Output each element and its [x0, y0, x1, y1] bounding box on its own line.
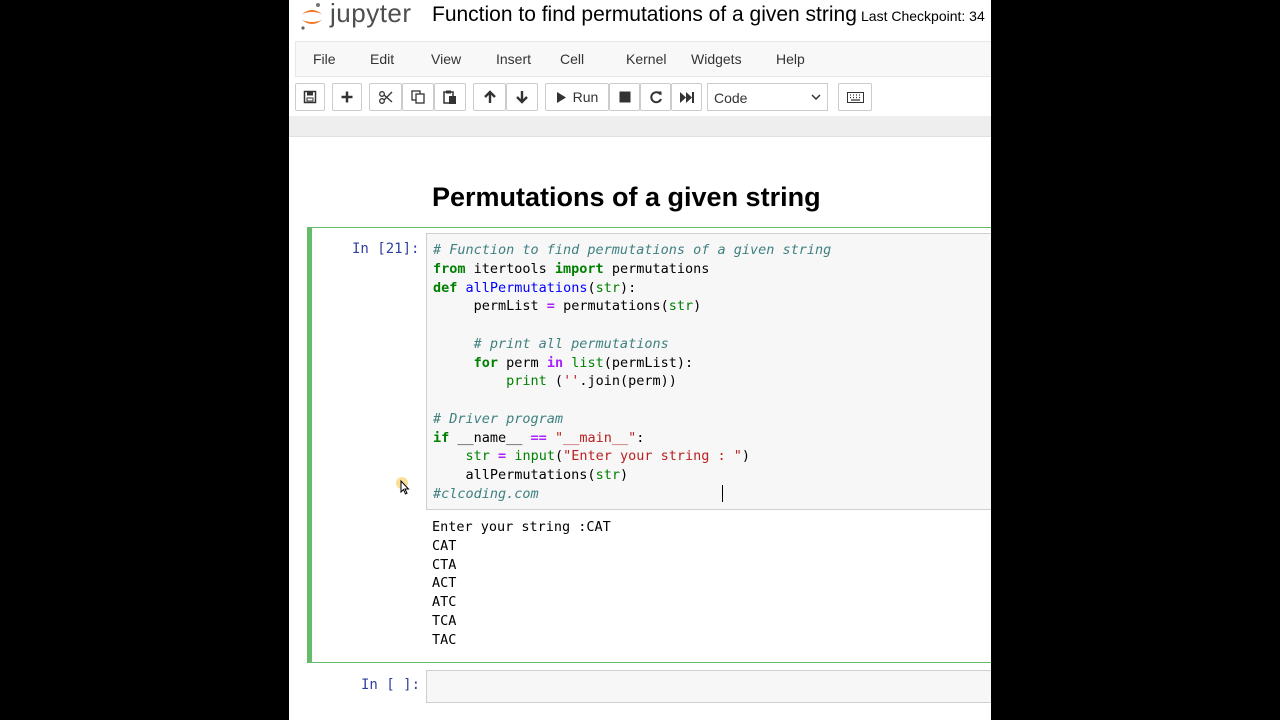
arrow-up-icon: [483, 90, 496, 103]
logo-text[interactable]: jupyter: [330, 0, 412, 29]
jupyter-window: jupyter Function to find permutations of…: [289, 0, 991, 720]
menu-cell[interactable]: Cell: [560, 51, 584, 67]
menu-view[interactable]: View: [431, 51, 461, 67]
code-line: #clcoding.com: [433, 486, 539, 502]
run-button[interactable]: Run: [545, 83, 609, 111]
code-line: str = input("Enter your string : "): [465, 448, 751, 464]
code-line: def allPermutations(str):: [433, 280, 637, 296]
text-cursor: [722, 485, 723, 502]
toolbar: Run Code: [289, 80, 991, 114]
copy-icon: [411, 90, 425, 104]
fast-forward-icon: [679, 91, 694, 103]
cell-prompt-empty: In [ ]:: [361, 677, 421, 693]
cut-button[interactable]: [369, 83, 402, 111]
menu-widgets[interactable]: Widgets: [691, 51, 742, 67]
code-line: permList = permutations(str): [433, 298, 702, 314]
cell-type-select[interactable]: Code: [707, 83, 828, 111]
restart-icon: [649, 91, 662, 104]
copy-button[interactable]: [402, 83, 434, 111]
paste-icon: [443, 90, 456, 104]
command-palette-button[interactable]: [838, 83, 872, 111]
output-line: Enter your string :CAT: [432, 519, 611, 535]
play-icon: [556, 91, 566, 103]
restart-run-all-button[interactable]: [671, 83, 702, 111]
move-down-button[interactable]: [506, 83, 538, 111]
keyboard-icon: [846, 91, 864, 103]
jupyter-logo-icon[interactable]: [299, 2, 325, 32]
menu-kernel[interactable]: Kernel: [626, 51, 666, 67]
code-line: if __name__ == "__main__":: [433, 430, 645, 446]
code-line: for perm in list(permList):: [473, 355, 694, 371]
output-line: CTA: [432, 557, 457, 573]
chevron-down-icon: [811, 94, 821, 101]
run-label: Run: [572, 89, 599, 105]
restart-button[interactable]: [640, 83, 671, 111]
menu-insert[interactable]: Insert: [496, 51, 531, 67]
cut-icon: [378, 91, 392, 104]
checkpoint-status: Last Checkpoint: 34: [861, 8, 985, 24]
menu-file[interactable]: File: [313, 51, 336, 67]
code-line: # Driver program: [433, 411, 564, 427]
arrow-down-icon: [516, 91, 528, 104]
output-line: ACT: [432, 575, 457, 591]
menubar: File Edit View Insert Cell Kernel Widget…: [295, 41, 991, 77]
cell-prompt: In [21]:: [352, 241, 420, 257]
output-line: ATC: [432, 594, 457, 610]
save-icon: [303, 90, 317, 104]
stop-icon: [619, 91, 630, 103]
cell-type-value: Code: [714, 90, 748, 106]
output-line: CAT: [432, 538, 457, 554]
menu-edit[interactable]: Edit: [370, 51, 394, 67]
code-line: from itertools import permutations: [433, 261, 710, 277]
paste-button[interactable]: [434, 83, 466, 111]
plus-icon: [341, 91, 353, 103]
move-up-button[interactable]: [473, 83, 506, 111]
empty-code-cell[interactable]: [426, 670, 991, 703]
code-line: # print all permutations: [433, 336, 669, 352]
output-line: TAC: [432, 632, 457, 648]
code-line: print (''.join(perm)): [506, 373, 677, 389]
code-editor[interactable]: # Function to find permutations of a giv…: [426, 233, 991, 510]
code-line: # Function to find permutations of a giv…: [433, 242, 832, 258]
menu-help[interactable]: Help: [776, 51, 805, 67]
notebook-title[interactable]: Function to find permutations of a given…: [432, 3, 857, 27]
save-button[interactable]: [295, 83, 325, 111]
mouse-cursor-icon: [396, 477, 410, 495]
output-line: TCA: [432, 613, 457, 629]
header: jupyter Function to find permutations of…: [289, 0, 991, 40]
code-line: allPermutations(str): [433, 467, 629, 483]
toolbar-divider: [289, 116, 991, 137]
interrupt-button[interactable]: [609, 83, 640, 111]
insert-cell-button[interactable]: [332, 83, 362, 111]
markdown-heading[interactable]: Permutations of a given string: [432, 182, 821, 213]
